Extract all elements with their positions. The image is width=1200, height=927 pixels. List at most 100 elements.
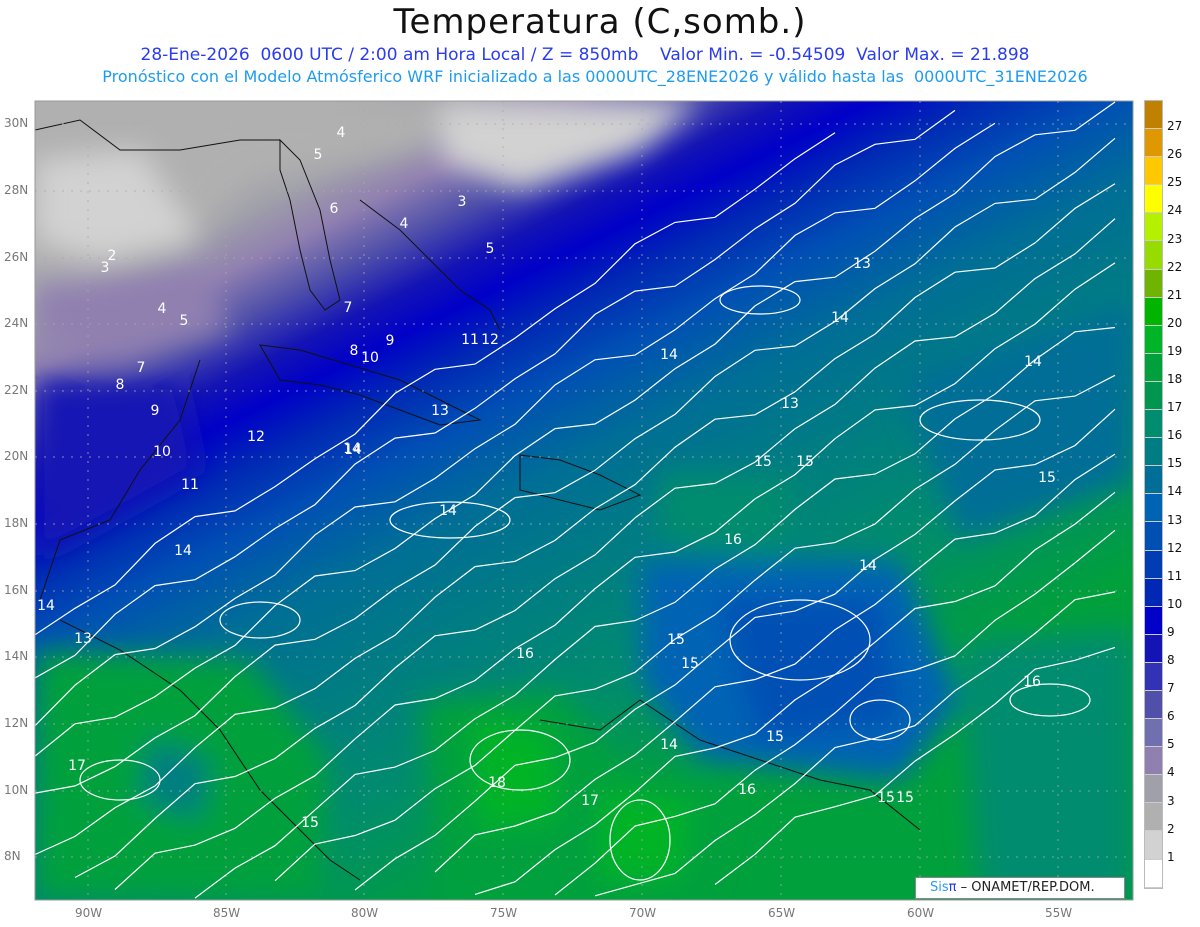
colorbar-label: 7 <box>1167 681 1175 696</box>
contour-label: 14 <box>859 558 877 574</box>
colorbar-label: 9 <box>1167 624 1175 639</box>
contour-label: 15 <box>766 729 784 745</box>
colorbar-label: 26 <box>1167 147 1183 162</box>
colorbar-label: 17 <box>1167 400 1183 415</box>
latitude-label: 22N <box>4 383 29 397</box>
contour-label: 15 <box>754 454 772 470</box>
temperature-map: 456 34523457891011 12789101112131414141314… <box>34 100 1134 901</box>
contour-label: 11 <box>181 477 199 493</box>
colorbar-bin <box>1145 775 1162 804</box>
contour-label: 4 <box>400 216 409 232</box>
colorbar-label: 6 <box>1167 709 1175 724</box>
colorbar-label: 8 <box>1167 653 1175 667</box>
latitude-label: 30N <box>4 116 29 130</box>
latitude-label: 24N <box>4 316 29 330</box>
contour-label: 6 <box>330 201 339 217</box>
colorbar-bin <box>1145 353 1162 382</box>
colorbar-bin <box>1145 157 1162 186</box>
colorbar-label: 21 <box>1167 287 1183 302</box>
colorbar-bin <box>1145 522 1162 551</box>
contour-label: 15 <box>681 656 699 672</box>
sispi-logo-sis: Sis <box>930 880 949 895</box>
longitude-label: 90W <box>75 906 103 920</box>
longitude-label: 70W <box>629 906 657 920</box>
colorbar-bin <box>1145 101 1162 130</box>
contour-label: 10 <box>361 350 379 366</box>
contour-label: 16 <box>724 532 742 548</box>
contour-label: 15 <box>877 790 895 806</box>
latitude-label: 16N <box>4 583 29 597</box>
contour-label: 3 <box>458 194 467 210</box>
contour-label: 4 <box>158 301 167 317</box>
colorbar-bin <box>1145 185 1162 214</box>
contour-label: 10 <box>153 444 171 460</box>
colorbar-label: 27 <box>1167 119 1183 134</box>
longitude-label: 80W <box>351 906 379 920</box>
contour-label: 14 <box>344 442 362 458</box>
colorbar-bin <box>1145 690 1162 720</box>
colorbar-label: 10 <box>1167 596 1183 611</box>
colorbar-bin <box>1145 719 1162 748</box>
contour-label: 12 <box>481 332 499 348</box>
colorbar-label: 2 <box>1167 821 1175 836</box>
colorbar-bin <box>1145 213 1162 242</box>
latitude-label: 12N <box>4 716 29 730</box>
contour-label: 16 <box>738 782 756 798</box>
colorbar-bin <box>1145 325 1162 354</box>
colorbar-label: 3 <box>1167 793 1175 808</box>
contour-label: 9 <box>151 403 160 419</box>
contour-label: 11 <box>461 332 479 348</box>
contour-label: 5 <box>314 147 323 163</box>
contour-label: 8 <box>116 377 125 393</box>
colorbar-label: 11 <box>1167 568 1183 583</box>
contour-label: 16 <box>1023 674 1041 690</box>
latitude-label: 18N <box>4 516 29 530</box>
colorbar-label: 19 <box>1167 343 1183 358</box>
credit-text: – ONAMET/REP.DOM. <box>956 880 1095 895</box>
colorbar-label: 20 <box>1167 315 1183 330</box>
contour-label: 15 <box>301 815 319 831</box>
contour-label: 14 <box>831 310 849 326</box>
colorbar-bin <box>1145 550 1162 579</box>
contour-label: 12 <box>247 429 265 445</box>
colorbar-bin <box>1145 859 1162 888</box>
colorbar-label: 25 <box>1167 175 1183 190</box>
contour-label: 15 <box>896 790 914 806</box>
colorbar-bin <box>1145 606 1162 635</box>
colorbar-bin <box>1145 662 1162 691</box>
colorbar-bin <box>1145 297 1162 326</box>
colorbar-label: 14 <box>1167 484 1183 499</box>
contour-label: 15 <box>1038 470 1056 486</box>
colorbar-label: 5 <box>1167 737 1175 752</box>
colorbar-label: 23 <box>1167 231 1183 246</box>
colorbar-label: 13 <box>1167 512 1183 527</box>
latitude-label: 10N <box>4 783 29 797</box>
contour-label: 15 <box>667 632 685 648</box>
contour-label: 15 <box>796 454 814 470</box>
colorbar-bin <box>1145 494 1162 523</box>
contour-label: 14 <box>37 598 55 614</box>
colorbar <box>1144 100 1163 889</box>
colorbar-label: 15 <box>1167 456 1183 471</box>
contour-label: 4 <box>337 125 346 141</box>
contour-label: 13 <box>431 403 449 419</box>
colorbar-label: 1 <box>1167 849 1175 864</box>
contour-label: 18 <box>488 775 506 791</box>
latitude-label: 14N <box>4 649 29 663</box>
contour-label: 17 <box>68 758 86 774</box>
colorbar-bin <box>1145 438 1162 467</box>
colorbar-bin <box>1145 634 1162 663</box>
colorbar-bin <box>1145 410 1162 439</box>
colorbar-bin <box>1145 803 1162 832</box>
longitude-label: 55W <box>1045 906 1073 920</box>
contour-label: 14 <box>660 737 678 753</box>
contour-label: 16 <box>516 646 534 662</box>
colorbar-bin <box>1145 831 1162 860</box>
longitude-label: 85W <box>213 906 241 920</box>
latitude-label: 8N <box>4 849 21 863</box>
contour-label: 14 <box>1024 354 1042 370</box>
latitude-label: 26N <box>4 250 29 264</box>
contour-label: 9 <box>386 333 395 349</box>
longitude-label: 75W <box>490 906 518 920</box>
contour-label: 14 <box>660 347 678 363</box>
